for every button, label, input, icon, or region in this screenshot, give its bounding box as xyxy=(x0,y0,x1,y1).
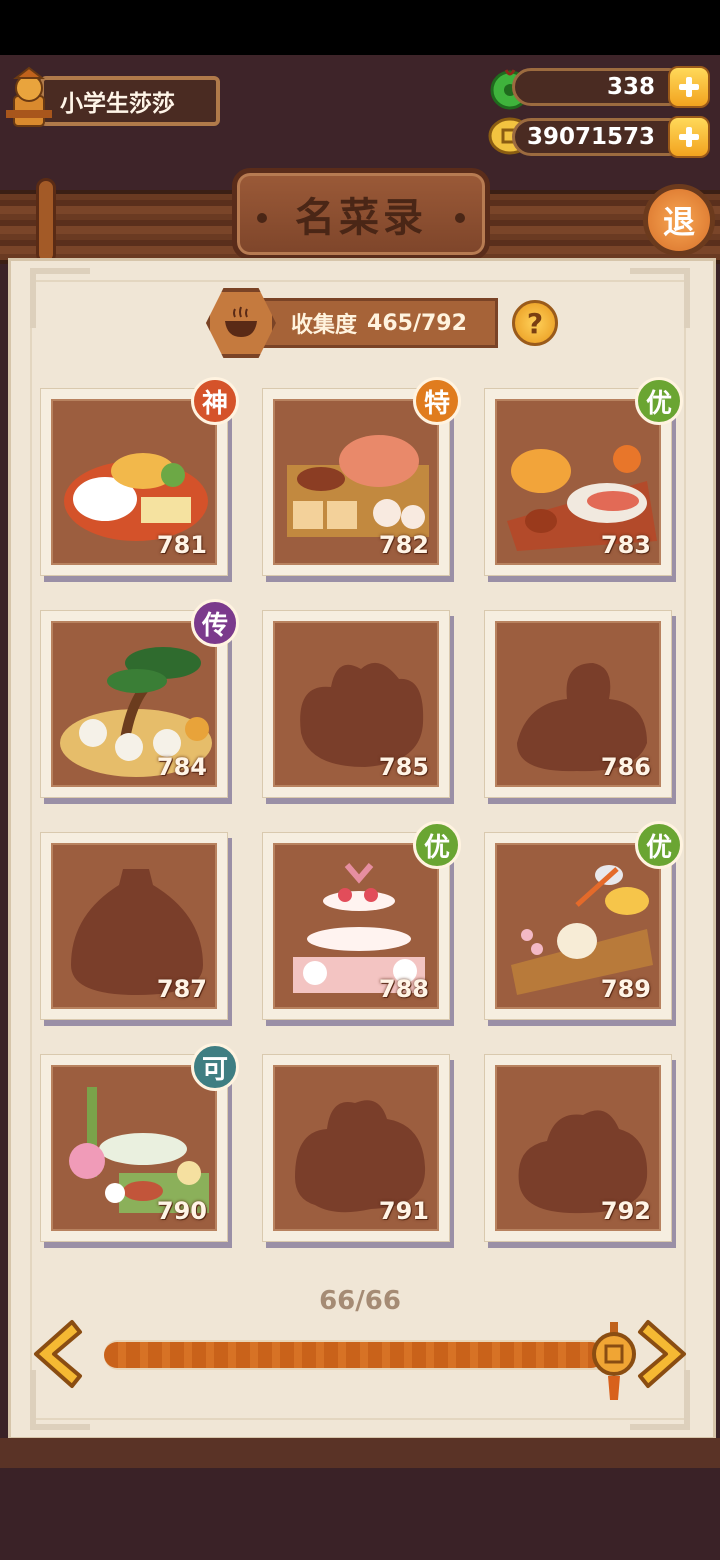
locked-dish-silhouette: 786 xyxy=(495,621,661,787)
player-avatar-icon[interactable] xyxy=(4,66,54,132)
help-icon: ? xyxy=(526,306,544,340)
locked-dish-silhouette: 785 xyxy=(273,621,439,787)
locked-dish-silhouette: 787 xyxy=(51,843,217,1009)
dish-image: 781 xyxy=(51,399,217,565)
dish-card[interactable]: 791 xyxy=(262,1054,450,1242)
page-slider-knob[interactable] xyxy=(588,1322,640,1406)
dish-number: 785 xyxy=(378,753,429,781)
next-page-button[interactable] xyxy=(636,1316,692,1392)
dish-image: 783 xyxy=(495,399,661,565)
coin-amount: 39071573 xyxy=(526,124,655,150)
dish-number: 786 xyxy=(600,753,651,781)
jade-amount: 338 xyxy=(606,74,655,100)
exit-label: 退 xyxy=(662,203,695,241)
coin-counter: 39071573 xyxy=(512,118,688,156)
dish-card[interactable]: 784 传 xyxy=(40,599,239,798)
rank-badge: 传 xyxy=(191,599,239,647)
dish-number: 783 xyxy=(600,531,651,559)
dish-image: 789 xyxy=(495,843,661,1009)
dish-card[interactable]: 783 优 xyxy=(484,377,683,576)
dish-number: 784 xyxy=(156,753,207,781)
add-coins-button[interactable] xyxy=(668,116,710,158)
dish-card[interactable]: 781 神 xyxy=(40,377,239,576)
page-slider-fill xyxy=(104,1342,604,1368)
rank-badge: 优 xyxy=(413,821,461,869)
dish-number: 792 xyxy=(600,1197,651,1225)
player-name-box[interactable]: 小学生莎莎 xyxy=(40,76,220,126)
rank-badge: 优 xyxy=(635,821,683,869)
dish-card[interactable]: 785 xyxy=(262,610,450,798)
corner-ornament xyxy=(630,268,690,328)
collection-progress: 465/792 xyxy=(367,310,467,336)
plus-icon xyxy=(679,77,699,97)
page-title-plaque: 名菜录 xyxy=(232,168,490,260)
dish-number: 781 xyxy=(156,531,207,559)
rank-badge: 特 xyxy=(413,377,461,425)
dish-card[interactable]: 790 可 xyxy=(40,1043,239,1242)
collection-label: 收集度 xyxy=(291,313,358,338)
player-name: 小学生莎莎 xyxy=(60,91,175,117)
dish-card[interactable]: 786 xyxy=(484,610,672,798)
rank-badge: 可 xyxy=(191,1043,239,1091)
jade-counter: 338 xyxy=(512,68,688,106)
dish-number: 782 xyxy=(378,531,429,559)
locked-dish-silhouette: 791 xyxy=(273,1065,439,1231)
dish-card[interactable]: 792 xyxy=(484,1054,672,1242)
dish-card[interactable]: 789 优 xyxy=(484,821,683,1020)
rank-badge: 优 xyxy=(635,377,683,425)
dish-card[interactable]: 788 优 xyxy=(262,821,461,1020)
rank-badge: 神 xyxy=(191,377,239,425)
previous-page-button[interactable] xyxy=(28,1316,84,1392)
page-indicator: 66/66 xyxy=(319,1286,401,1316)
dish-card[interactable]: 782 特 xyxy=(262,377,461,576)
bowl-icon xyxy=(225,306,257,337)
scroll-pole xyxy=(36,178,56,264)
corner-ornament xyxy=(30,268,90,328)
dish-number: 790 xyxy=(156,1197,207,1225)
plus-icon xyxy=(679,127,699,147)
dish-number: 787 xyxy=(156,975,207,1003)
add-jade-button[interactable] xyxy=(668,66,710,108)
bottom-edge xyxy=(0,1438,720,1468)
plaque-dot xyxy=(257,213,267,223)
status-bar xyxy=(0,0,720,55)
collection-bar: 收集度 465/792 xyxy=(240,298,498,348)
exit-button[interactable]: 退 xyxy=(643,184,715,256)
plaque-dot xyxy=(455,213,465,223)
dish-image: 788 xyxy=(273,843,439,1009)
dish-image: 782 xyxy=(273,399,439,565)
help-button[interactable]: ? xyxy=(512,300,558,346)
dish-number: 791 xyxy=(378,1197,429,1225)
page-title: 名菜录 xyxy=(295,195,427,241)
dish-image: 784 xyxy=(51,621,217,787)
locked-dish-silhouette: 792 xyxy=(495,1065,661,1231)
dish-number: 789 xyxy=(600,975,651,1003)
dish-card[interactable]: 787 xyxy=(40,832,228,1020)
dish-image: 790 xyxy=(51,1065,217,1231)
dish-number: 788 xyxy=(378,975,429,1003)
